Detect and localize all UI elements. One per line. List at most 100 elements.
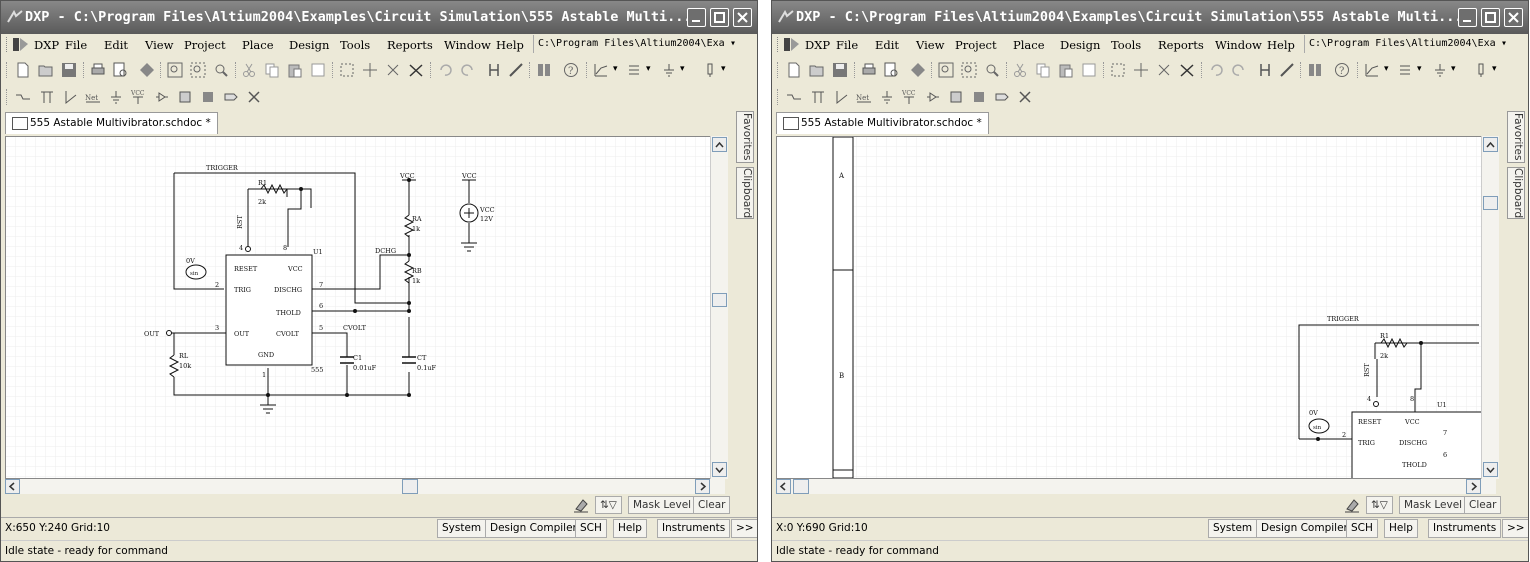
menu-dxp[interactable]: DXP xyxy=(805,38,830,52)
panel-tab-sch[interactable]: SCH xyxy=(1346,519,1378,538)
panel-tab-system[interactable]: System xyxy=(1208,519,1258,538)
no-erc-icon[interactable] xyxy=(246,89,262,105)
panel-tab-design-compiler[interactable]: Design Compiler xyxy=(1256,519,1353,538)
bus-icon[interactable] xyxy=(39,89,55,105)
panel-tab-help[interactable]: Help xyxy=(1384,519,1418,538)
toolbar-grip[interactable] xyxy=(6,62,8,78)
zoom-fit-icon[interactable] xyxy=(167,62,183,78)
menu-edit[interactable]: Edit xyxy=(104,38,128,52)
title-bar[interactable]: DXP - C:\Program Files\Altium2004\Exampl… xyxy=(772,1,1528,34)
bus-entry-icon[interactable] xyxy=(63,89,79,105)
zoom-fit-icon[interactable] xyxy=(938,62,954,78)
help-icon[interactable]: ? xyxy=(1334,62,1350,78)
clipboard-tab[interactable]: Clipboard xyxy=(736,167,754,219)
menu-edit[interactable]: Edit xyxy=(875,38,899,52)
cut-icon[interactable] xyxy=(1012,62,1028,78)
deselect-icon[interactable] xyxy=(385,62,401,78)
clear-filter-icon[interactable] xyxy=(1179,62,1195,78)
menu-tools[interactable]: Tools xyxy=(340,38,370,52)
vcc-port-icon[interactable]: VCC xyxy=(130,89,146,105)
port-icon[interactable] xyxy=(994,89,1010,105)
favorites-tab[interactable]: Favorites xyxy=(1507,111,1525,163)
vertical-scrollbar[interactable] xyxy=(710,136,728,479)
redo-icon[interactable] xyxy=(1231,62,1247,78)
undo-icon[interactable] xyxy=(1208,62,1224,78)
sheet-entry-icon[interactable] xyxy=(971,89,987,105)
part-icon[interactable] xyxy=(925,89,941,105)
zoom-selected-icon[interactable] xyxy=(984,62,1000,78)
path-combobox[interactable]: C:\Program Files\Altium2004\Exa ▾ xyxy=(533,35,738,53)
scroll-down-button[interactable] xyxy=(712,462,727,477)
print-preview-icon[interactable] xyxy=(112,62,128,78)
zoom-area-icon[interactable] xyxy=(961,62,977,78)
panel-tab-system[interactable]: System xyxy=(437,519,487,538)
mask-level-button[interactable]: Mask Level xyxy=(628,496,697,514)
grip-handle[interactable] xyxy=(6,37,9,52)
undo-icon[interactable] xyxy=(437,62,453,78)
panel-tab-sch[interactable]: SCH xyxy=(575,519,607,538)
menu-help[interactable]: Help xyxy=(496,38,524,52)
menu-reports[interactable]: Reports xyxy=(1158,38,1204,52)
vcc-port-icon[interactable]: VCC xyxy=(901,89,917,105)
more-panels-button[interactable]: >> xyxy=(1502,519,1528,538)
compile-icon[interactable] xyxy=(910,62,926,78)
new-document-icon[interactable] xyxy=(15,62,31,78)
menu-view[interactable]: View xyxy=(145,38,173,52)
scroll-thumb[interactable] xyxy=(402,479,418,494)
horizontal-scrollbar[interactable] xyxy=(5,479,725,494)
ground-icon[interactable] xyxy=(1432,62,1448,78)
clipboard-tab[interactable]: Clipboard xyxy=(1507,167,1525,219)
no-erc-icon[interactable] xyxy=(1017,89,1033,105)
deselect-icon[interactable] xyxy=(1156,62,1172,78)
library-icon[interactable] xyxy=(1307,62,1323,78)
scroll-left-button[interactable] xyxy=(776,479,791,494)
minimize-button[interactable] xyxy=(1458,8,1477,27)
rubber-stamp-icon[interactable] xyxy=(310,62,326,78)
compile-icon[interactable] xyxy=(139,62,155,78)
probe-icon[interactable] xyxy=(702,62,718,78)
menu-project[interactable]: Project xyxy=(955,38,997,52)
print-icon[interactable] xyxy=(90,62,106,78)
simulate-icon[interactable] xyxy=(593,62,609,78)
chevron-down-icon[interactable]: ▾ xyxy=(721,64,726,74)
zoom-area-icon[interactable] xyxy=(190,62,206,78)
document-tab[interactable]: 555 Astable Multivibrator.schdoc * xyxy=(5,112,218,134)
cross-probe-icon[interactable] xyxy=(1279,62,1295,78)
scroll-right-button[interactable] xyxy=(695,479,710,494)
bus-entry-icon[interactable] xyxy=(834,89,850,105)
open-folder-icon[interactable] xyxy=(38,62,54,78)
menu-dxp[interactable]: DXP xyxy=(34,38,59,52)
toolbar-grip[interactable] xyxy=(777,89,779,105)
horizontal-scrollbar[interactable] xyxy=(776,479,1496,494)
clear-filter-icon[interactable] xyxy=(408,62,424,78)
clear-button[interactable]: Clear xyxy=(1464,496,1502,514)
close-button[interactable] xyxy=(1504,8,1523,27)
filter-button[interactable]: ⇅▽ xyxy=(1366,496,1393,514)
schematic-drawing[interactable]: TRIGGER R1 2k RST 4 8 U1 VCC RA 1k RB 1k… xyxy=(6,137,710,478)
panel-tab-instruments[interactable]: Instruments xyxy=(1428,519,1502,538)
scroll-up-button[interactable] xyxy=(712,137,727,152)
menu-design[interactable]: Design xyxy=(289,38,329,52)
scroll-thumb[interactable] xyxy=(1483,196,1498,210)
filter-button[interactable]: ⇅▽ xyxy=(595,496,622,514)
scroll-up-button[interactable] xyxy=(1483,137,1498,152)
paste-icon[interactable] xyxy=(1058,62,1074,78)
part-icon[interactable] xyxy=(154,89,170,105)
ground-port-icon[interactable] xyxy=(108,89,124,105)
hierarchy-icon[interactable] xyxy=(486,62,502,78)
grip-handle[interactable] xyxy=(777,37,780,52)
chevron-down-icon[interactable]: ▾ xyxy=(1384,64,1389,74)
toolbar-grip[interactable] xyxy=(777,62,779,78)
wire-icon[interactable] xyxy=(786,89,802,105)
copy-icon[interactable] xyxy=(264,62,280,78)
menu-reports[interactable]: Reports xyxy=(387,38,433,52)
menu-file[interactable]: File xyxy=(836,38,858,52)
port-icon[interactable] xyxy=(223,89,239,105)
cross-probe-icon[interactable] xyxy=(508,62,524,78)
net-label-icon[interactable]: Net xyxy=(856,89,872,105)
menu-place[interactable]: Place xyxy=(242,38,274,52)
menu-view[interactable]: View xyxy=(916,38,944,52)
copy-icon[interactable] xyxy=(1035,62,1051,78)
schematic-canvas[interactable]: TRIGGER R1 2k RST 4 8 U1 VCC RA 1k RB 1k… xyxy=(5,136,711,479)
toolbar-grip[interactable] xyxy=(6,89,8,105)
